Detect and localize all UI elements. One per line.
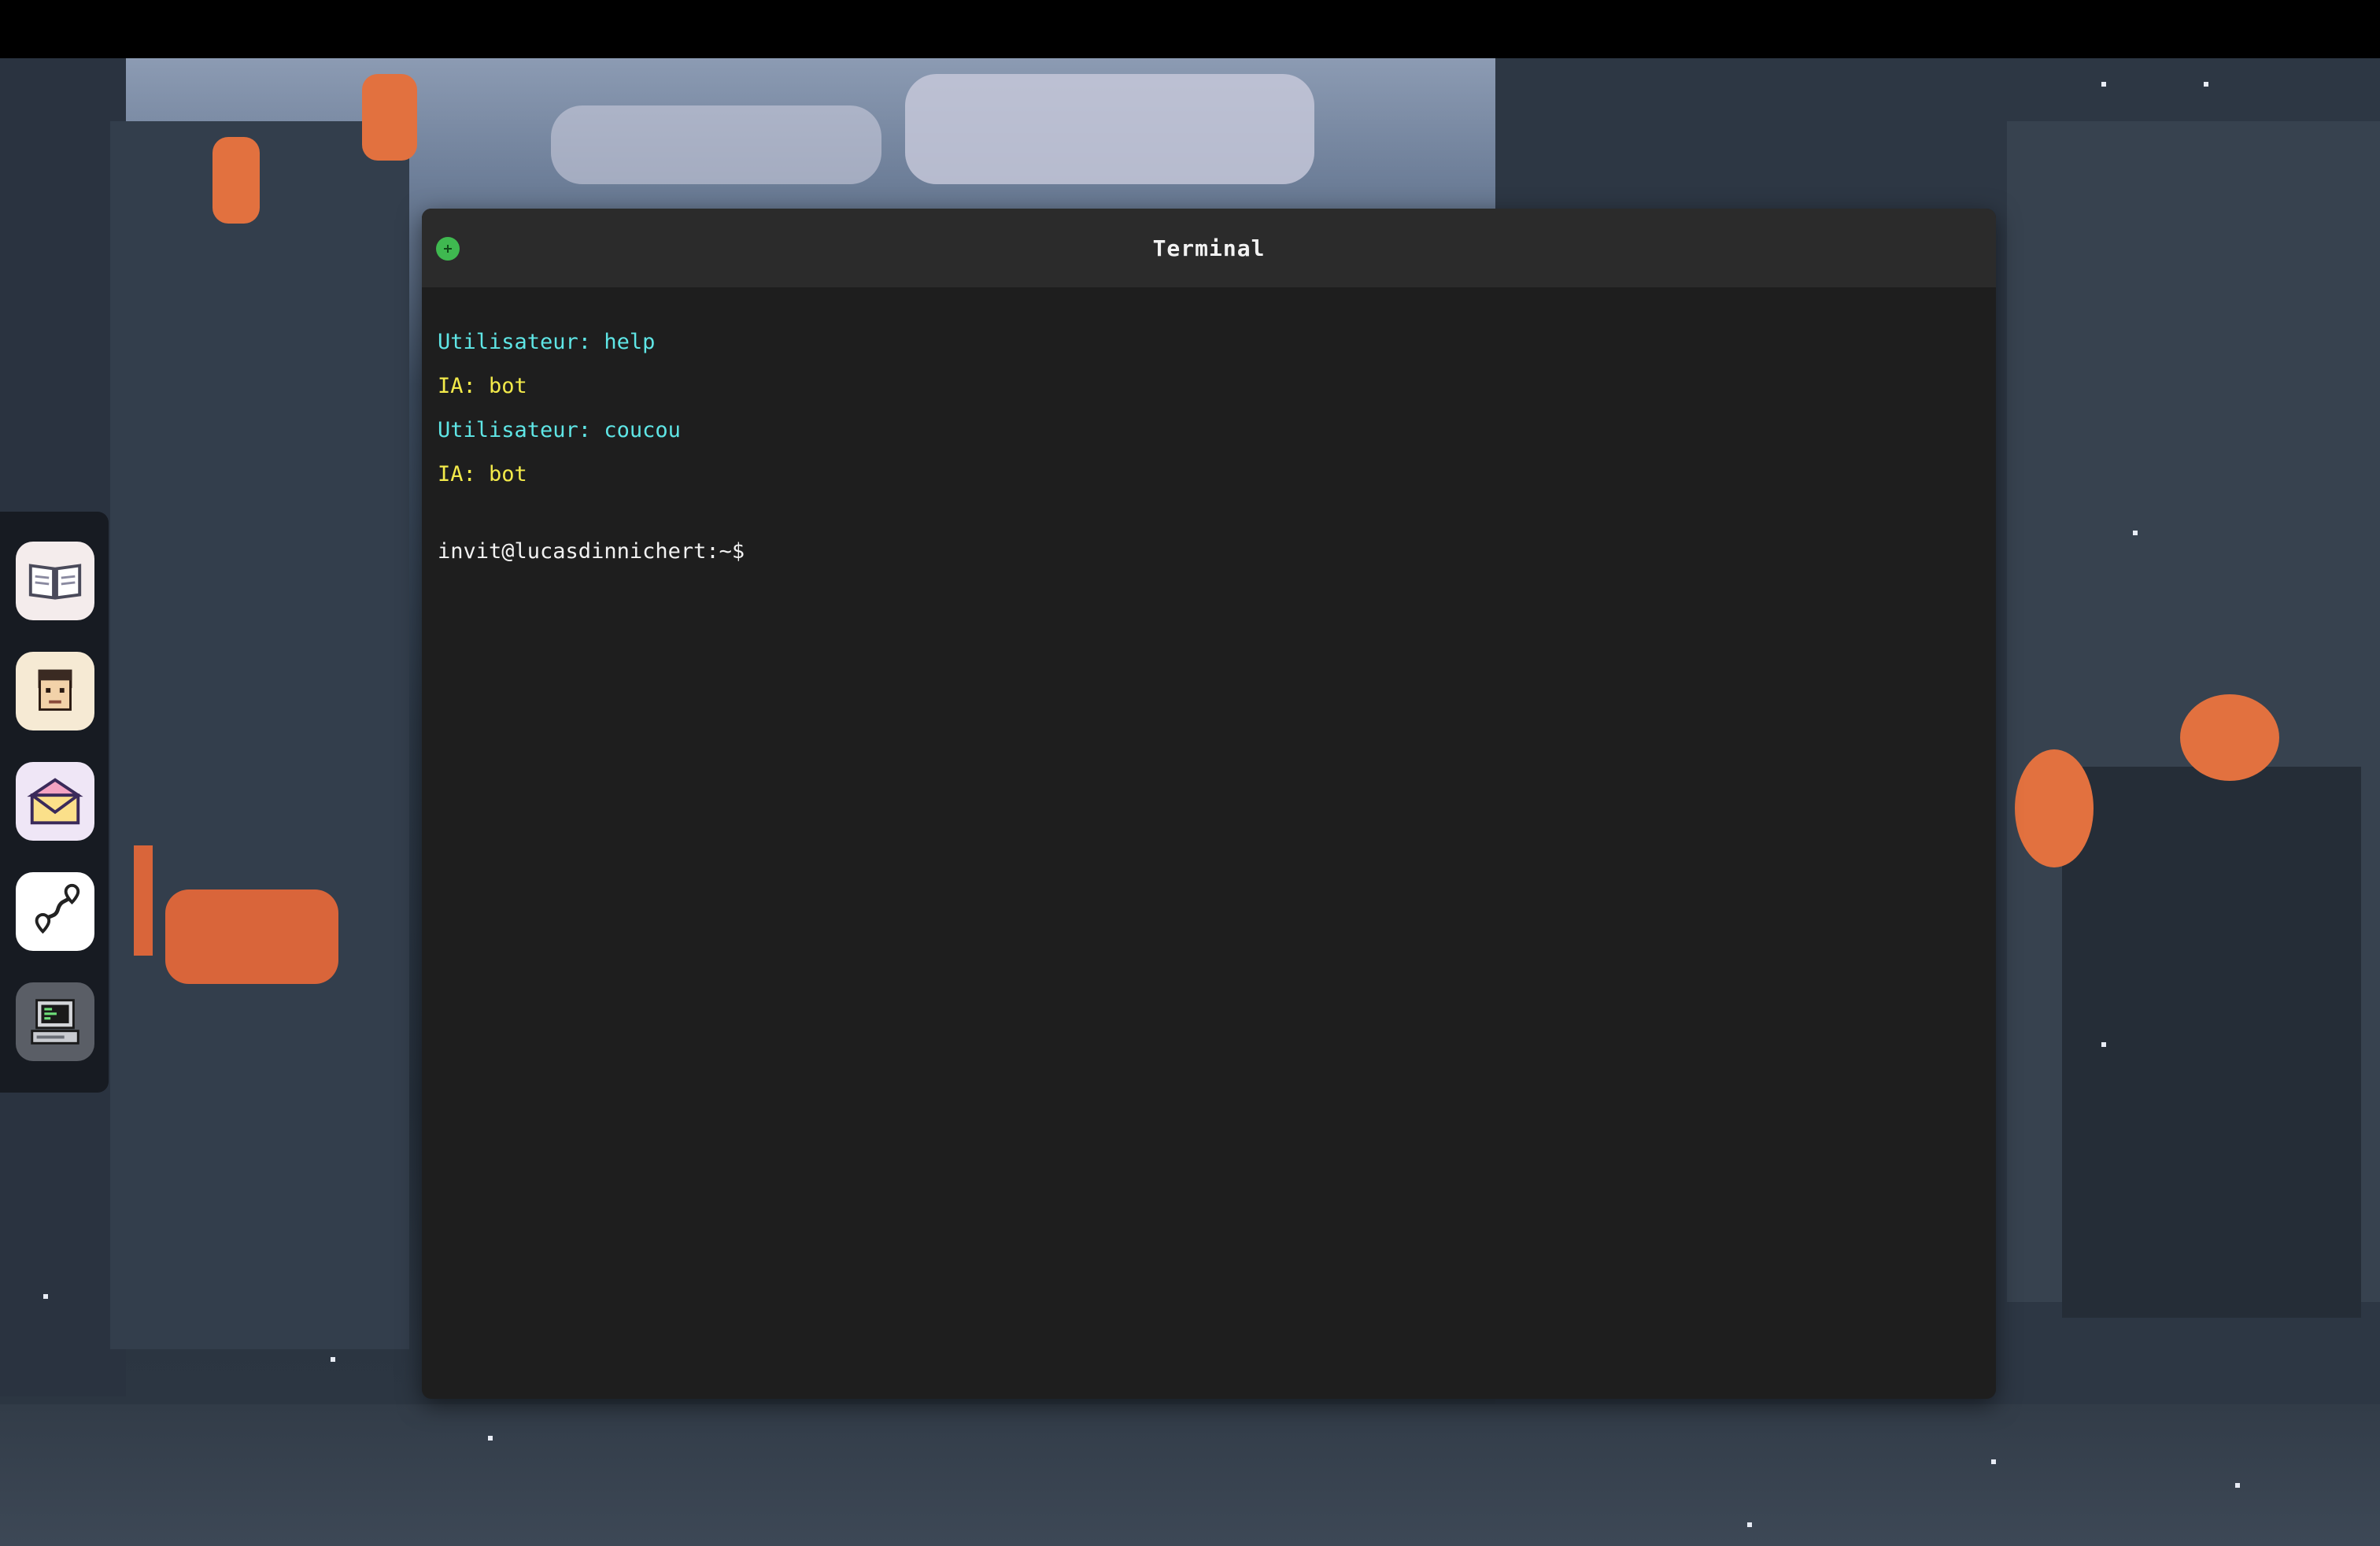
shell-prompt: invit@lucasdinnichert:~$ [438,539,745,564]
terminal-window: Terminal Utilisateur: help IA: bot Utili… [422,209,1996,1399]
terminal-output[interactable]: Utilisateur: help IA: bot Utilisateur: c… [422,287,1996,574]
terminal-prompt-row: invit@lucasdinnichert:~$ [438,530,1980,574]
desktop-screen: Terminal Utilisateur: help IA: bot Utili… [0,0,2380,1546]
app-dock [0,512,109,1093]
profile-face-icon [38,669,72,711]
maximize-button[interactable] [436,237,460,261]
terminal-line-ia: IA: bot [438,462,527,486]
dock-app-profile[interactable] [16,652,94,730]
mail-envelope-icon [27,778,83,825]
window-titlebar[interactable]: Terminal [422,209,1996,287]
terminal-line-ia: IA: bot [438,374,527,398]
window-title: Terminal [1152,235,1266,261]
map-route-icon [35,883,80,934]
terminal-command-input[interactable] [752,539,1698,564]
terminal-line-user: Utilisateur: help [438,330,656,354]
dock-app-terminal[interactable] [16,982,94,1061]
computer-terminal-icon [31,999,79,1045]
dock-app-map[interactable] [16,872,94,951]
terminal-line-user: Utilisateur: coucou [438,418,681,442]
dock-app-book[interactable] [16,542,94,620]
book-icon [28,564,82,600]
dock-app-mail[interactable] [16,762,94,841]
plus-icon [444,245,452,253]
